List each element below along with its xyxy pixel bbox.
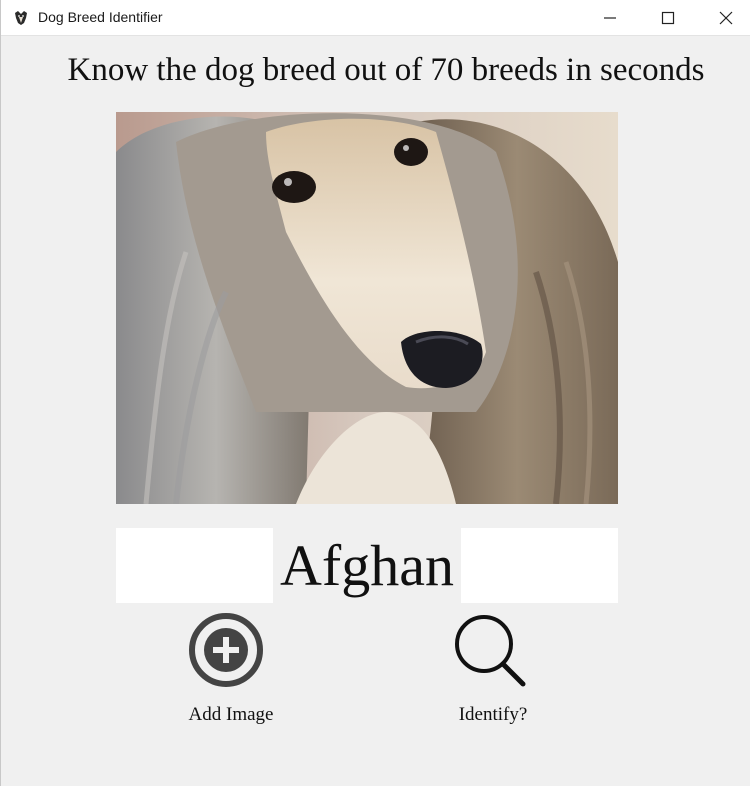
minimize-icon <box>604 17 616 19</box>
breed-result: Afghan <box>280 533 454 598</box>
result-box-left <box>116 528 273 603</box>
add-image-label: Add Image <box>188 704 274 725</box>
maximize-icon <box>661 11 675 25</box>
minimize-button[interactable] <box>581 0 639 36</box>
close-button[interactable] <box>697 0 750 36</box>
add-image-button[interactable]: Add Image <box>161 612 301 732</box>
app-window: Dog Breed Identifier Know the dog breed … <box>0 0 750 786</box>
identify-label: Identify? <box>458 704 528 725</box>
add-circle-icon <box>189 613 263 687</box>
dog-icon <box>12 9 30 27</box>
close-icon <box>719 11 733 25</box>
headline: Know the dog breed out of 70 breeds in s… <box>67 52 705 88</box>
title-bar: Dog Breed Identifier <box>1 0 750 36</box>
dog-photo <box>116 112 618 504</box>
maximize-button[interactable] <box>639 0 697 36</box>
result-box-right <box>461 528 618 603</box>
search-icon <box>455 615 526 687</box>
identify-button[interactable]: Identify? <box>423 612 563 732</box>
window-title: Dog Breed Identifier <box>38 9 163 25</box>
